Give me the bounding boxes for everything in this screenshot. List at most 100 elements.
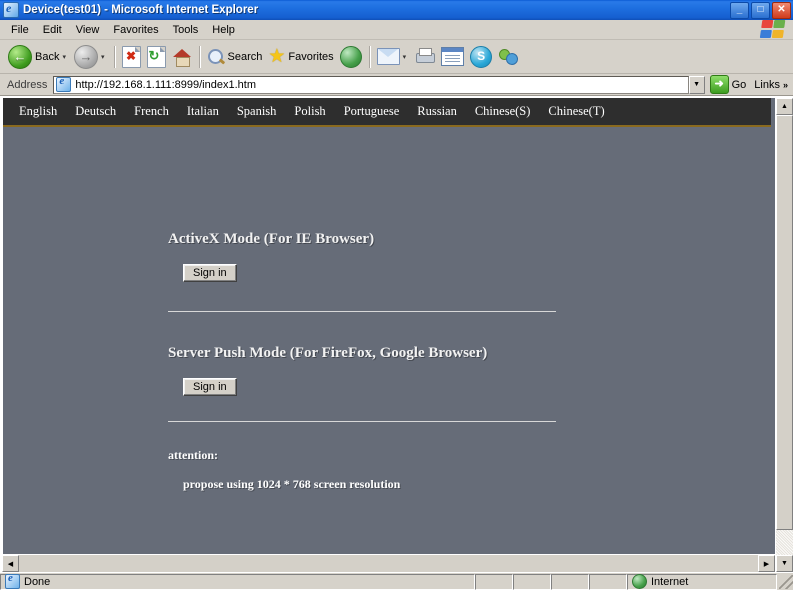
browser-window: Device(test01) - Microsoft Internet Expl… (0, 0, 793, 590)
mail-button[interactable]: ▾ (374, 43, 412, 71)
home-button[interactable] (169, 43, 195, 71)
web-page: English Deutsch French Italian Spanish P… (2, 98, 775, 554)
horizontal-scrollbar[interactable]: ◀ ▶ (2, 554, 775, 572)
vertical-scroll-thumb[interactable] (776, 115, 793, 530)
window-controls: _ □ ✕ (730, 1, 791, 19)
serverpush-sign-in-button[interactable]: Sign in (183, 378, 237, 396)
scroll-up-button[interactable]: ▲ (776, 98, 793, 115)
links-button[interactable]: Links » (754, 79, 788, 91)
maximize-button[interactable]: □ (751, 1, 770, 19)
stop-button[interactable]: ✖ (119, 43, 144, 71)
status-message-pane: Done (0, 572, 475, 590)
status-pane-3 (551, 573, 589, 590)
edit-page-icon (441, 47, 465, 66)
print-button[interactable] (411, 43, 438, 71)
language-link-english[interactable]: English (19, 104, 57, 119)
forward-chevron-down-icon[interactable]: ▾ (101, 53, 105, 61)
serverpush-section: Server Push Mode (For FireFox, Google Br… (3, 345, 775, 362)
media-button[interactable] (337, 43, 365, 71)
go-label: Go (731, 78, 747, 91)
vertical-scrollbar[interactable]: ▲ ▼ (775, 98, 793, 572)
language-link-french[interactable]: French (134, 104, 169, 119)
document-column: English Deutsch French Italian Spanish P… (2, 98, 775, 572)
menu-item-edit[interactable]: Edit (36, 22, 69, 38)
security-zone-pane: Internet (627, 573, 777, 590)
address-url-text: http://192.168.1.111:8999/index1.htm (75, 78, 256, 91)
go-button[interactable]: ➜ Go (709, 75, 747, 94)
language-link-italian[interactable]: Italian (187, 104, 219, 119)
printer-icon (414, 48, 436, 65)
links-label: Links (754, 78, 780, 91)
toolbar-divider (198, 45, 200, 68)
status-pane-4 (589, 573, 627, 590)
address-label: Address (7, 78, 48, 91)
star-icon: ★ (268, 46, 286, 67)
vertical-scroll-track[interactable] (776, 530, 793, 555)
menu-item-favorites[interactable]: Favorites (106, 22, 165, 38)
language-link-chinese-traditional[interactable]: Chinese(T) (548, 104, 604, 119)
status-bar: Done Internet (0, 572, 793, 590)
search-icon (207, 48, 225, 66)
toolbar-divider (113, 45, 115, 68)
menu-item-help[interactable]: Help (205, 22, 242, 38)
scroll-down-button[interactable]: ▼ (776, 555, 793, 572)
language-link-portuguese[interactable]: Portuguese (344, 104, 400, 119)
address-input[interactable]: http://192.168.1.111:8999/index1.htm (53, 75, 689, 94)
language-nav-bar: English Deutsch French Italian Spanish P… (3, 98, 771, 127)
language-link-polish[interactable]: Polish (294, 104, 325, 119)
address-dropdown-button[interactable]: ▼ (688, 75, 705, 94)
window-title: Device(test01) - Microsoft Internet Expl… (23, 4, 259, 16)
back-chevron-down-icon[interactable]: ▾ (62, 53, 66, 61)
minimize-button[interactable]: _ (730, 1, 749, 19)
close-button[interactable]: ✕ (772, 1, 791, 19)
menu-bar: File Edit View Favorites Tools Help (0, 20, 793, 40)
serverpush-button-row: Sign in (3, 378, 775, 396)
stop-icon: ✖ (121, 45, 141, 68)
document-area: English Deutsch French Italian Spanish P… (2, 98, 793, 572)
windows-logo-icon (759, 20, 789, 39)
status-pane-1 (475, 573, 513, 590)
forward-button[interactable]: → ▾ (71, 43, 110, 71)
menu-item-view[interactable]: View (69, 22, 107, 38)
address-bar: Address http://192.168.1.111:8999/index1… (0, 74, 793, 96)
edit-button[interactable] (438, 43, 467, 71)
language-link-chinese-simplified[interactable]: Chinese(S) (475, 104, 531, 119)
maximize-icon: □ (757, 3, 764, 15)
activex-sign-in-button[interactable]: Sign in (183, 264, 237, 282)
favorites-button[interactable]: ★ Favorites (265, 43, 336, 71)
scroll-right-button[interactable]: ▶ (758, 555, 775, 572)
toolbar: ← Back ▾ → ▾ ✖ ↻ Search ★ Favorites ▾ S (0, 40, 793, 74)
language-link-deutsch[interactable]: Deutsch (75, 104, 116, 119)
messenger-button[interactable] (495, 43, 521, 71)
skype-button[interactable] (467, 43, 495, 71)
menu-item-file[interactable]: File (4, 22, 36, 38)
menu-item-tools[interactable]: Tools (166, 22, 206, 38)
activex-heading: ActiveX Mode (For IE Browser) (168, 231, 375, 247)
page-content: ActiveX Mode (For IE Browser) Sign in Se… (3, 231, 775, 492)
section-divider-2 (168, 421, 556, 422)
serverpush-heading: Server Push Mode (For FireFox, Google Br… (168, 345, 488, 361)
home-icon (172, 48, 192, 67)
close-icon: ✕ (777, 3, 786, 15)
horizontal-scroll-track[interactable] (19, 555, 758, 572)
links-chevron-icon: » (782, 79, 788, 90)
security-zone-label: Internet (651, 575, 689, 588)
resize-grip[interactable] (779, 574, 793, 589)
activex-button-row: Sign in (3, 264, 775, 282)
minimize-icon: _ (736, 3, 743, 15)
refresh-button[interactable]: ↻ (144, 43, 169, 71)
status-message: Done (24, 575, 51, 588)
search-label: Search (227, 50, 263, 63)
mail-icon (376, 48, 400, 65)
back-button[interactable]: ← Back ▾ (5, 43, 71, 71)
forward-arrow-icon: → (73, 44, 98, 69)
search-button[interactable]: Search (204, 43, 266, 71)
language-link-russian[interactable]: Russian (417, 104, 457, 119)
attention-note: propose using 1024 * 768 screen resoluti… (183, 477, 401, 491)
internet-explorer-icon (3, 1, 19, 18)
refresh-icon: ↻ (146, 45, 166, 68)
go-arrow-icon: ➜ (709, 75, 729, 94)
mail-chevron-down-icon[interactable]: ▾ (403, 53, 407, 61)
language-link-spanish[interactable]: Spanish (237, 104, 277, 119)
scroll-left-button[interactable]: ◀ (2, 555, 19, 572)
